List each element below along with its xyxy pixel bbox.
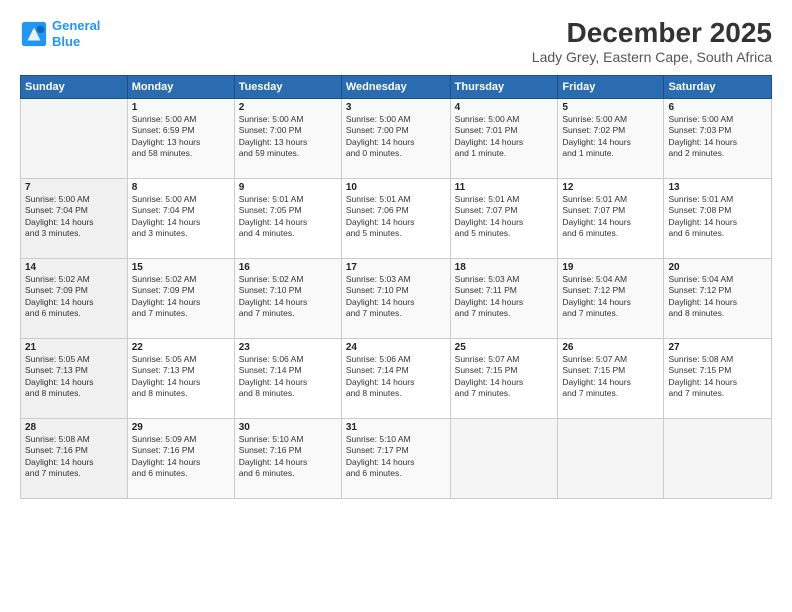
table-row bbox=[450, 418, 558, 498]
calendar-subtitle: Lady Grey, Eastern Cape, South Africa bbox=[532, 49, 772, 65]
calendar-title: December 2025 bbox=[532, 18, 772, 49]
table-row: 19Sunrise: 5:04 AMSunset: 7:12 PMDayligh… bbox=[558, 258, 664, 338]
table-row: 24Sunrise: 5:06 AMSunset: 7:14 PMDayligh… bbox=[341, 338, 450, 418]
table-row: 22Sunrise: 5:05 AMSunset: 7:13 PMDayligh… bbox=[127, 338, 234, 418]
col-monday: Monday bbox=[127, 75, 234, 98]
col-thursday: Thursday bbox=[450, 75, 558, 98]
table-row: 28Sunrise: 5:08 AMSunset: 7:16 PMDayligh… bbox=[21, 418, 128, 498]
table-row: 25Sunrise: 5:07 AMSunset: 7:15 PMDayligh… bbox=[450, 338, 558, 418]
col-wednesday: Wednesday bbox=[341, 75, 450, 98]
table-row bbox=[558, 418, 664, 498]
table-row: 23Sunrise: 5:06 AMSunset: 7:14 PMDayligh… bbox=[234, 338, 341, 418]
table-row: 29Sunrise: 5:09 AMSunset: 7:16 PMDayligh… bbox=[127, 418, 234, 498]
table-row: 30Sunrise: 5:10 AMSunset: 7:16 PMDayligh… bbox=[234, 418, 341, 498]
table-row: 27Sunrise: 5:08 AMSunset: 7:15 PMDayligh… bbox=[664, 338, 772, 418]
table-row: 7Sunrise: 5:00 AMSunset: 7:04 PMDaylight… bbox=[21, 178, 128, 258]
table-row: 11Sunrise: 5:01 AMSunset: 7:07 PMDayligh… bbox=[450, 178, 558, 258]
table-row: 15Sunrise: 5:02 AMSunset: 7:09 PMDayligh… bbox=[127, 258, 234, 338]
header: General Blue December 2025 Lady Grey, Ea… bbox=[20, 18, 772, 65]
calendar-header-row: Sunday Monday Tuesday Wednesday Thursday… bbox=[21, 75, 772, 98]
table-row: 20Sunrise: 5:04 AMSunset: 7:12 PMDayligh… bbox=[664, 258, 772, 338]
col-tuesday: Tuesday bbox=[234, 75, 341, 98]
table-row: 9Sunrise: 5:01 AMSunset: 7:05 PMDaylight… bbox=[234, 178, 341, 258]
col-saturday: Saturday bbox=[664, 75, 772, 98]
table-row: 17Sunrise: 5:03 AMSunset: 7:10 PMDayligh… bbox=[341, 258, 450, 338]
table-row: 8Sunrise: 5:00 AMSunset: 7:04 PMDaylight… bbox=[127, 178, 234, 258]
logo: General Blue bbox=[20, 18, 100, 49]
table-row: 10Sunrise: 5:01 AMSunset: 7:06 PMDayligh… bbox=[341, 178, 450, 258]
table-row: 21Sunrise: 5:05 AMSunset: 7:13 PMDayligh… bbox=[21, 338, 128, 418]
logo-icon bbox=[20, 20, 48, 48]
table-row: 13Sunrise: 5:01 AMSunset: 7:08 PMDayligh… bbox=[664, 178, 772, 258]
table-row: 31Sunrise: 5:10 AMSunset: 7:17 PMDayligh… bbox=[341, 418, 450, 498]
table-row bbox=[664, 418, 772, 498]
table-row bbox=[21, 98, 128, 178]
calendar-table: Sunday Monday Tuesday Wednesday Thursday… bbox=[20, 75, 772, 499]
logo-line1: General bbox=[52, 18, 100, 33]
table-row: 3Sunrise: 5:00 AMSunset: 7:00 PMDaylight… bbox=[341, 98, 450, 178]
col-sunday: Sunday bbox=[21, 75, 128, 98]
table-row: 14Sunrise: 5:02 AMSunset: 7:09 PMDayligh… bbox=[21, 258, 128, 338]
table-row: 2Sunrise: 5:00 AMSunset: 7:00 PMDaylight… bbox=[234, 98, 341, 178]
col-friday: Friday bbox=[558, 75, 664, 98]
table-row: 1Sunrise: 5:00 AMSunset: 6:59 PMDaylight… bbox=[127, 98, 234, 178]
table-row: 4Sunrise: 5:00 AMSunset: 7:01 PMDaylight… bbox=[450, 98, 558, 178]
table-row: 12Sunrise: 5:01 AMSunset: 7:07 PMDayligh… bbox=[558, 178, 664, 258]
logo-text: General Blue bbox=[52, 18, 100, 49]
table-row: 18Sunrise: 5:03 AMSunset: 7:11 PMDayligh… bbox=[450, 258, 558, 338]
logo-line2: Blue bbox=[52, 34, 80, 49]
table-row: 6Sunrise: 5:00 AMSunset: 7:03 PMDaylight… bbox=[664, 98, 772, 178]
table-row: 16Sunrise: 5:02 AMSunset: 7:10 PMDayligh… bbox=[234, 258, 341, 338]
table-row: 26Sunrise: 5:07 AMSunset: 7:15 PMDayligh… bbox=[558, 338, 664, 418]
page: General Blue December 2025 Lady Grey, Ea… bbox=[0, 0, 792, 612]
title-block: December 2025 Lady Grey, Eastern Cape, S… bbox=[532, 18, 772, 65]
table-row: 5Sunrise: 5:00 AMSunset: 7:02 PMDaylight… bbox=[558, 98, 664, 178]
